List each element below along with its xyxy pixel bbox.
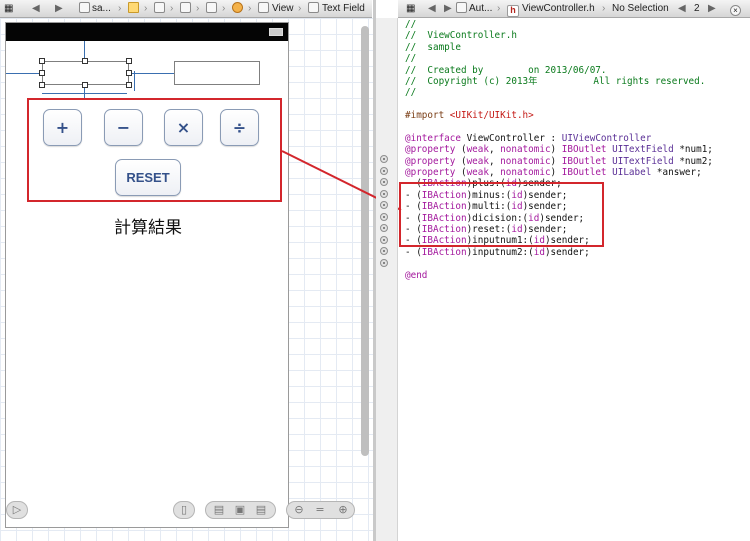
action-connection-icon[interactable]: [380, 190, 388, 198]
code-token: //: [405, 53, 417, 65]
code-token: ,: [488, 144, 501, 156]
code-line[interactable]: - (IBAction)inputnum2:(id)sender;: [405, 247, 713, 258]
code-token: IBAction: [421, 246, 467, 258]
code-gutter[interactable]: [376, 18, 398, 541]
code-token: *num1;: [673, 144, 713, 156]
code-token: nonatomic: [500, 167, 551, 179]
code-token: // sample: [405, 41, 461, 53]
action-connection-icon[interactable]: [380, 224, 388, 232]
code-token: UITextField: [612, 144, 674, 156]
action-connection-icon[interactable]: [380, 247, 388, 255]
outlet-connection-icon[interactable]: [380, 155, 388, 163]
code-line[interactable]: //: [405, 19, 713, 30]
action-connection-icon[interactable]: [380, 201, 388, 209]
code-token: weak: [466, 144, 489, 156]
code-token: ): [550, 144, 562, 156]
code-token: *num2;: [673, 155, 713, 167]
code-line[interactable]: [405, 258, 713, 269]
code-line[interactable]: [405, 122, 713, 133]
code-token: UILabel: [612, 167, 652, 179]
code-token: ): [550, 167, 562, 179]
code-token: @end: [405, 269, 428, 281]
code-token: UITextField: [612, 155, 674, 167]
code-line[interactable]: @interface ViewController : UIViewContro…: [405, 133, 713, 144]
code-token: @property: [405, 167, 456, 179]
outlet-connection-icon[interactable]: [380, 167, 388, 175]
code-token: )sender;: [544, 246, 590, 258]
action-connection-icon[interactable]: [380, 259, 388, 267]
action-connection-icon[interactable]: [380, 213, 388, 221]
code-token: @property: [405, 155, 456, 167]
code-token: nonatomic: [500, 155, 551, 167]
code-token: @interface: [405, 132, 461, 144]
code-token: *answer;: [651, 167, 702, 179]
code-line[interactable]: // sample: [405, 42, 713, 53]
code-line[interactable]: @property (weak, nonatomic) IBOutlet UIT…: [405, 144, 713, 155]
code-token: )inputnum2:(: [466, 246, 534, 258]
code-line[interactable]: @end: [405, 270, 713, 281]
code-token: (: [455, 155, 467, 167]
code-line[interactable]: #import <UIKit/UIKit.h>: [405, 110, 713, 121]
code-token: IBOutlet: [561, 155, 607, 167]
code-token: // Created by on 2013/06/07.: [405, 64, 607, 76]
code-token: id: [533, 246, 545, 258]
code-token: ,: [488, 155, 501, 167]
code-line[interactable]: [405, 99, 713, 110]
code-token: ViewController :: [460, 132, 562, 144]
code-line[interactable]: @property (weak, nonatomic) IBOutlet UIT…: [405, 156, 713, 167]
code-token: //: [405, 87, 417, 99]
code-token: weak: [466, 155, 489, 167]
code-token: UIViewController: [561, 132, 652, 144]
code-line[interactable]: @property (weak, nonatomic) IBOutlet UIL…: [405, 167, 713, 178]
code-line[interactable]: //: [405, 87, 713, 98]
code-token: IBOutlet: [561, 144, 607, 156]
code-token: - (: [405, 246, 422, 258]
code-token: #import: [405, 110, 450, 122]
code-line[interactable]: // Copyright (c) 2013年 All rights reserv…: [405, 76, 713, 87]
code-token: <UIKit/UIKit.h>: [449, 110, 534, 122]
highlight-actions-box: [399, 182, 604, 247]
code-token: @property: [405, 144, 456, 156]
code-line[interactable]: // ViewController.h: [405, 30, 713, 41]
code-line[interactable]: // Created by on 2013/06/07.: [405, 65, 713, 76]
code-token: // ViewController.h: [405, 30, 517, 42]
code-token: nonatomic: [500, 144, 551, 156]
action-connection-icon[interactable]: [380, 236, 388, 244]
code-token: (: [455, 144, 467, 156]
code-token: IBOutlet: [561, 167, 607, 179]
code-token: // Copyright (c) 2013年 All rights reserv…: [405, 75, 706, 87]
code-token: (: [455, 167, 467, 179]
code-token: ,: [488, 167, 501, 179]
code-token: //: [405, 19, 417, 30]
code-token: weak: [466, 167, 489, 179]
code-line[interactable]: //: [405, 53, 713, 64]
code-token: ): [550, 155, 562, 167]
outlet-connection-icon[interactable]: [380, 178, 388, 186]
